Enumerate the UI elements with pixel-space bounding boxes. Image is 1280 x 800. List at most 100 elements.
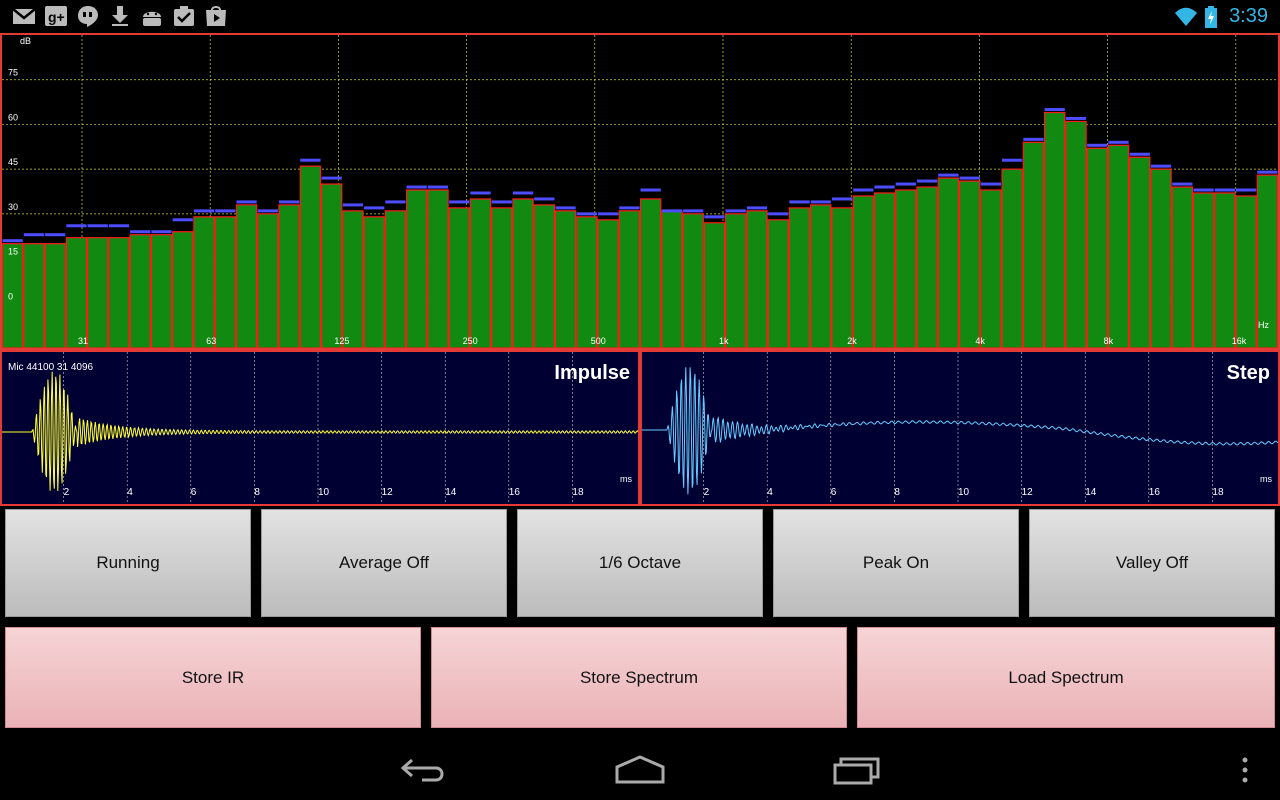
spectrum-bar bbox=[1107, 144, 1130, 348]
play-store-icon bbox=[206, 6, 226, 26]
peak-marker bbox=[640, 188, 661, 192]
spectrum-bar bbox=[23, 243, 45, 348]
store-ir-button[interactable]: Store IR bbox=[5, 627, 421, 728]
peak-marker bbox=[683, 209, 704, 213]
battery-charging-icon bbox=[1205, 6, 1217, 28]
x-tick-label: 125 bbox=[334, 336, 349, 346]
x-tick-label: 2k bbox=[847, 336, 857, 346]
peak-marker bbox=[215, 209, 236, 213]
spectrum-bar bbox=[257, 213, 279, 348]
peak-marker bbox=[704, 215, 725, 219]
peak-marker bbox=[1235, 188, 1257, 192]
peak-marker bbox=[512, 191, 534, 195]
spectrum-bar bbox=[682, 213, 704, 348]
google-plus-icon: g+ bbox=[45, 6, 67, 26]
peak-marker bbox=[406, 185, 427, 189]
peak-marker bbox=[449, 200, 470, 204]
peak-marker bbox=[1065, 116, 1087, 120]
peak-button[interactable]: Peak On bbox=[773, 509, 1019, 617]
x-tick-label: 31 bbox=[78, 336, 88, 346]
x-tick-label: 16 bbox=[509, 487, 521, 498]
x-tick-label: 6 bbox=[831, 487, 837, 498]
back-icon[interactable] bbox=[400, 756, 448, 784]
spectrum-bar bbox=[129, 234, 151, 348]
spectrum-bar bbox=[980, 189, 1002, 348]
android-icon bbox=[143, 11, 161, 26]
peak-marker bbox=[300, 158, 321, 162]
hangouts-icon bbox=[78, 6, 98, 27]
running-button[interactable]: Running bbox=[5, 509, 251, 617]
peak-marker bbox=[23, 233, 45, 237]
peak-marker bbox=[257, 209, 278, 213]
spectrum-bar bbox=[639, 198, 662, 348]
peak-marker bbox=[916, 179, 938, 183]
average-button[interactable]: Average Off bbox=[261, 509, 507, 617]
spectrum-bar bbox=[405, 189, 428, 348]
y-tick-label: 75 bbox=[8, 68, 18, 78]
gmail-icon bbox=[12, 8, 36, 24]
peak-marker bbox=[895, 182, 916, 186]
peak-marker bbox=[470, 191, 491, 195]
recent-apps-icon[interactable] bbox=[832, 755, 882, 785]
x-tick-label: 500 bbox=[591, 336, 606, 346]
store-spectrum-button[interactable]: Store Spectrum bbox=[431, 627, 847, 728]
spectrum-bar bbox=[384, 210, 407, 348]
spectrum-bar bbox=[193, 216, 215, 348]
peak-marker bbox=[491, 200, 512, 204]
peak-marker bbox=[1172, 182, 1193, 186]
x-tick-label: 4 bbox=[767, 487, 773, 498]
spectrum-bar bbox=[533, 204, 556, 348]
peak-marker bbox=[597, 212, 619, 216]
peak-marker bbox=[1087, 143, 1108, 147]
peak-marker bbox=[1214, 188, 1235, 192]
overflow-menu-icon[interactable] bbox=[1238, 756, 1252, 784]
step-response-chart[interactable]: 2 4 6 8 10 12 14 16 18 ms Step bbox=[640, 350, 1280, 506]
peak-marker bbox=[555, 206, 576, 210]
spectrum-bar bbox=[1022, 141, 1045, 348]
spectrum-bar bbox=[852, 195, 875, 348]
spectrum-bar bbox=[958, 180, 981, 348]
spectrum-bar bbox=[65, 237, 88, 348]
spectrum-bar bbox=[895, 189, 917, 348]
spectrum-bar bbox=[448, 207, 470, 348]
peak-marker bbox=[87, 224, 108, 228]
spectrum-bar bbox=[299, 165, 322, 348]
peak-marker bbox=[853, 188, 874, 192]
x-tick-label: 12 bbox=[1022, 487, 1034, 498]
x-tick-label: 4 bbox=[127, 487, 133, 498]
x-unit-label: ms bbox=[620, 474, 632, 484]
spectrum-bar bbox=[1065, 120, 1087, 348]
peak-marker bbox=[66, 224, 87, 228]
peak-marker bbox=[1023, 137, 1044, 141]
spectrum-chart[interactable]: 75 60 45 30 15 0 31 63 125 250 500 1k 2k 4k 8k 16k dB Hz bbox=[0, 33, 1280, 350]
task-icon bbox=[174, 6, 194, 26]
x-tick-label: 18 bbox=[1212, 487, 1224, 498]
load-spectrum-button[interactable]: Load Spectrum bbox=[857, 627, 1275, 728]
spectrum-bar bbox=[576, 216, 598, 348]
x-tick-label: 2 bbox=[704, 487, 710, 498]
spectrum-bar bbox=[427, 189, 449, 348]
x-tick-label: 1k bbox=[719, 336, 729, 346]
step-title: Step bbox=[1226, 362, 1270, 384]
spectrum-bar bbox=[873, 192, 896, 348]
peak-marker bbox=[576, 212, 597, 216]
peak-marker bbox=[746, 206, 768, 210]
x-tick-label: 16k bbox=[1232, 336, 1247, 346]
home-icon[interactable] bbox=[614, 755, 666, 785]
spectrum-bar bbox=[916, 186, 938, 348]
spectrum-bar bbox=[661, 210, 683, 348]
peak-marker bbox=[172, 218, 193, 222]
x-tick-label: 2 bbox=[64, 487, 70, 498]
impulse-response-chart[interactable]: 2 4 6 8 10 12 14 16 18 ms Mic 44100 31 4096 Impul… bbox=[0, 350, 640, 506]
valley-button[interactable]: Valley Off bbox=[1029, 509, 1275, 617]
spectrum-bar bbox=[172, 231, 194, 348]
x-tick-label: 8 bbox=[894, 487, 900, 498]
octave-button[interactable]: 1/6 Octave bbox=[517, 509, 763, 617]
peak-marker bbox=[321, 176, 342, 180]
peak-marker bbox=[1193, 188, 1214, 192]
spectrum-bar bbox=[554, 210, 577, 348]
spectrum-bar bbox=[342, 210, 364, 348]
peak-marker bbox=[938, 173, 959, 177]
peak-marker bbox=[1044, 108, 1065, 112]
peak-marker bbox=[385, 200, 406, 204]
